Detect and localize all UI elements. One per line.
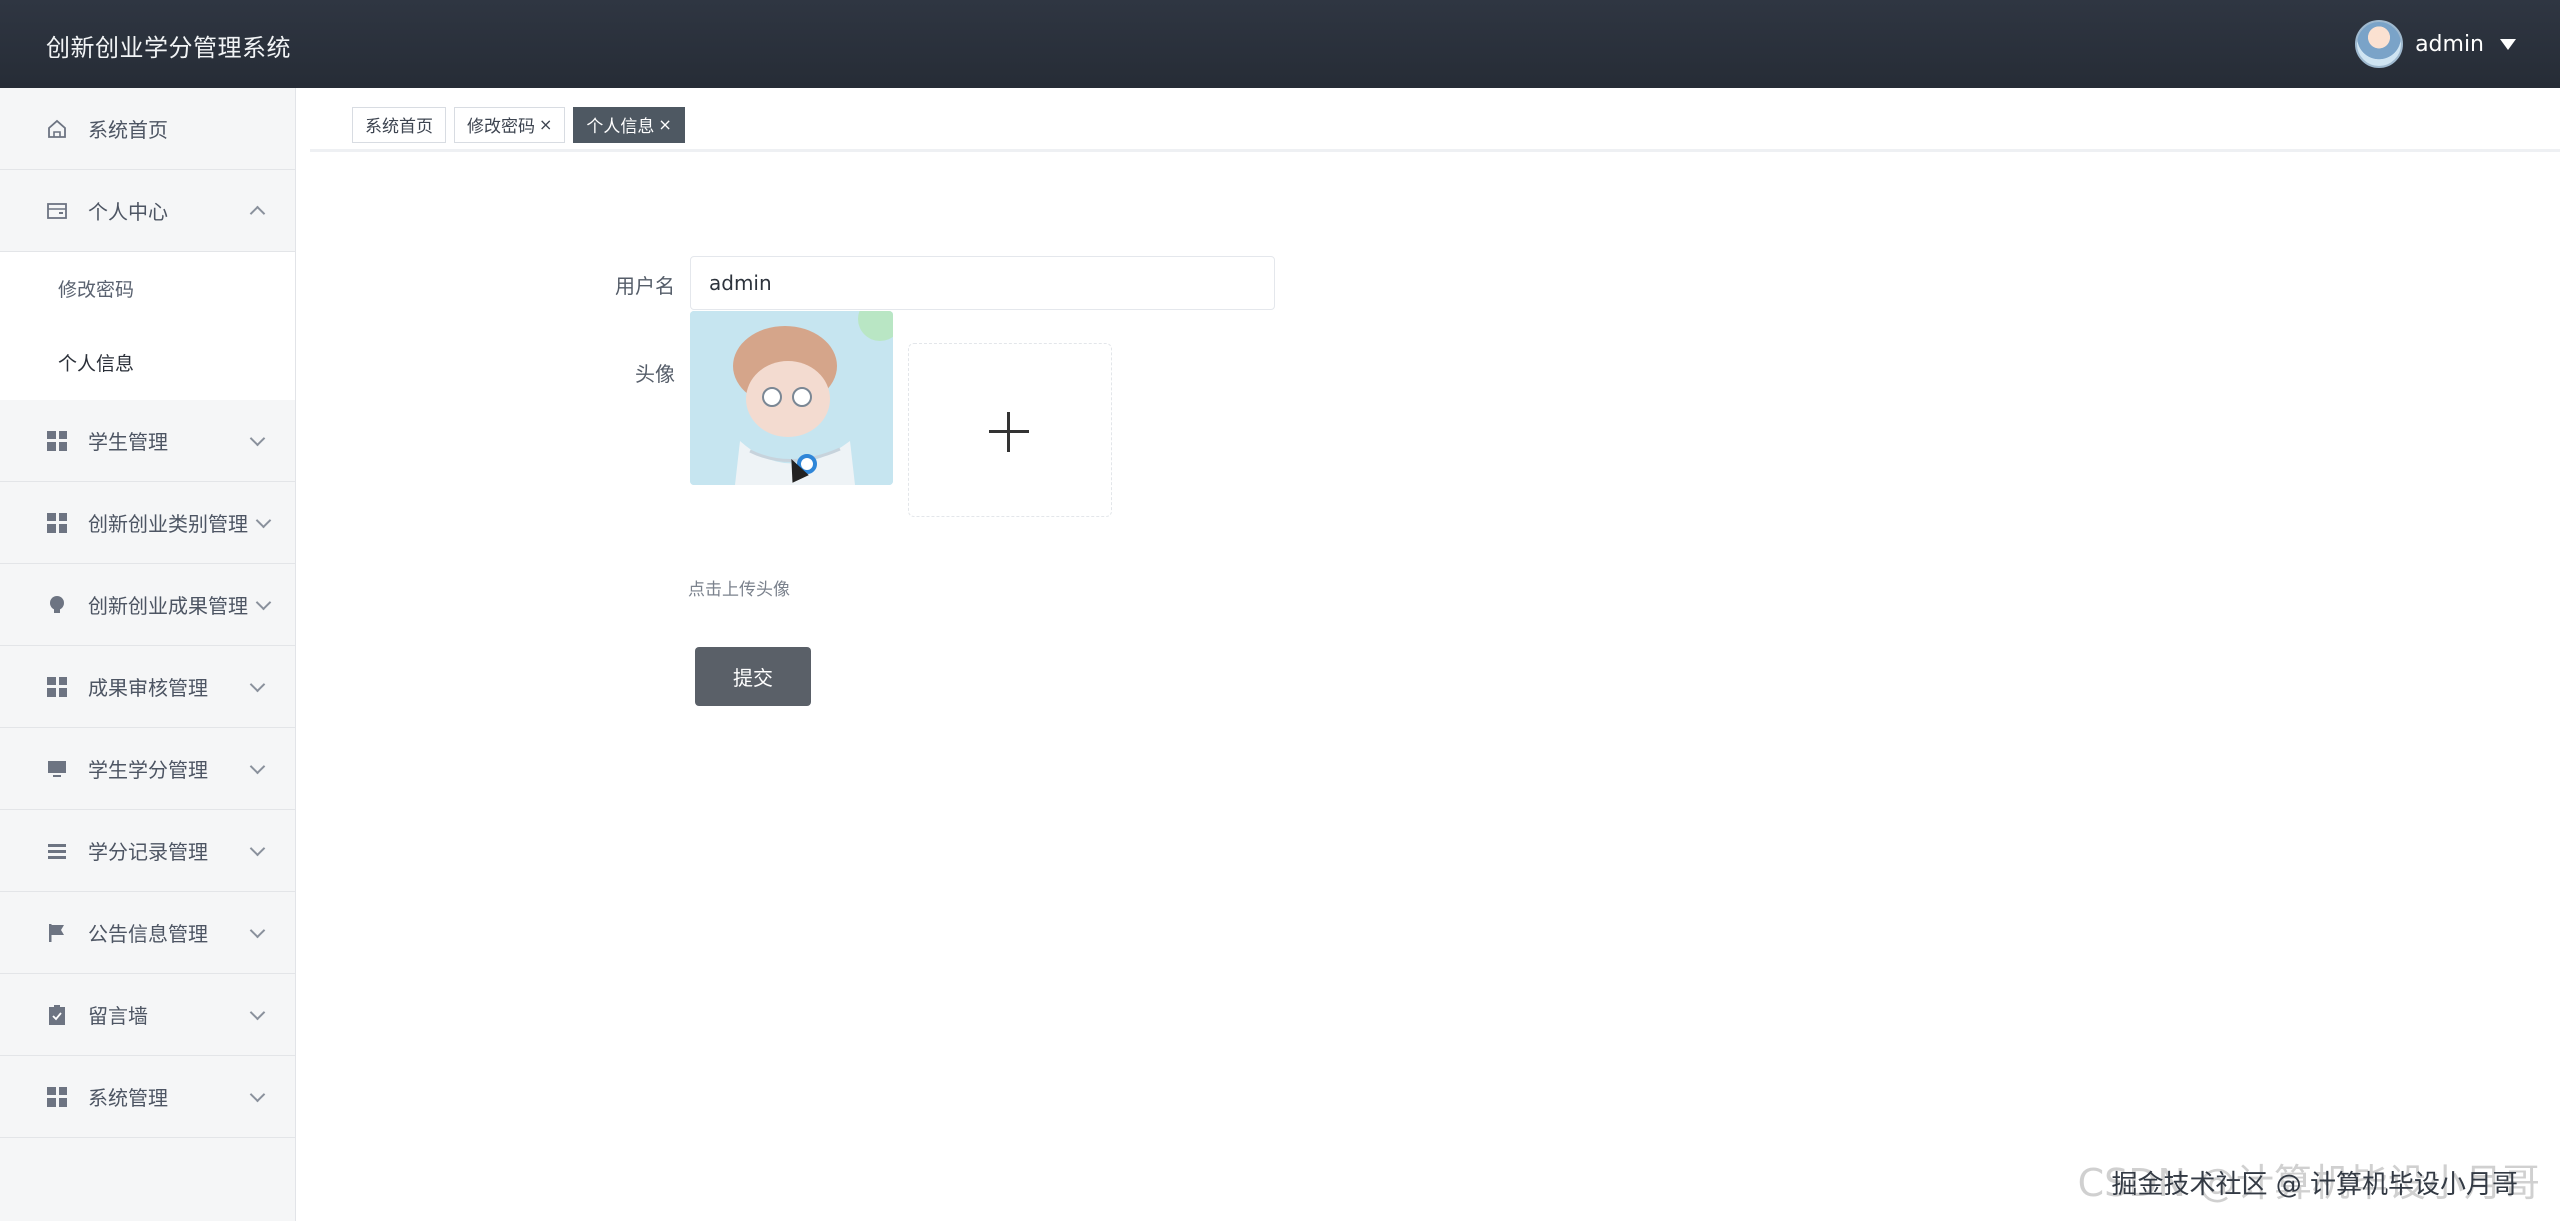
chevron-down-icon[interactable] <box>249 840 266 857</box>
sidebar-item-label: 系统首页 <box>88 118 168 142</box>
plus-icon-vertical <box>1007 412 1010 452</box>
chevron-down-icon[interactable] <box>249 676 266 693</box>
sidebar-item-message-wall[interactable]: 留言墙 <box>0 974 295 1056</box>
caret-down-icon[interactable] <box>2500 38 2516 50</box>
chevron-down-icon[interactable] <box>249 1086 266 1103</box>
tabs-bar: 系统首页 修改密码 × 个人信息 × <box>310 100 2560 152</box>
app-title: 创新创业学分管理系统 <box>46 34 291 62</box>
tab-label: 修改密码 <box>467 117 535 137</box>
sidebar-item-review-management[interactable]: 成果审核管理 <box>0 646 295 728</box>
sidebar-item-label: 个人中心 <box>88 200 168 224</box>
list-icon <box>46 840 68 862</box>
bulb-icon <box>46 594 68 616</box>
sidebar-item-system-management[interactable]: 系统管理 <box>0 1056 295 1138</box>
sidebar-item-achievement-management[interactable]: 创新创业成果管理 <box>0 564 295 646</box>
avatar-label: 头像 <box>635 362 675 386</box>
sidebar-item-student-management[interactable]: 学生管理 <box>0 400 295 482</box>
sidebar-item-category-management[interactable]: 创新创业类别管理 <box>0 482 295 564</box>
sidebar-item-label: 留言墙 <box>88 1004 148 1028</box>
sidebar-item-credit-record-management[interactable]: 学分记录管理 <box>0 810 295 892</box>
tab-label: 个人信息 <box>586 117 655 137</box>
close-icon[interactable]: × <box>539 115 552 134</box>
home-icon <box>46 118 68 140</box>
personal-center-submenu: 修改密码 个人信息 <box>0 252 295 400</box>
chevron-down-icon[interactable] <box>249 922 266 939</box>
grid-icon <box>46 512 68 534</box>
sidebar-item-home[interactable]: 系统首页 <box>0 88 295 170</box>
upload-hint: 点击上传头像 <box>688 580 790 600</box>
chevron-down-icon[interactable] <box>249 1004 266 1021</box>
avatar-upload-button[interactable] <box>908 343 1112 517</box>
sidebar-subitem-change-password[interactable]: 修改密码 <box>0 252 295 326</box>
clipboard-icon <box>46 1004 68 1026</box>
sidebar-item-label: 学生管理 <box>88 430 168 454</box>
chevron-down-icon[interactable] <box>255 512 272 529</box>
monitor-icon <box>46 758 68 780</box>
sidebar-item-label: 创新创业类别管理 <box>88 512 248 536</box>
sidebar-item-notice-management[interactable]: 公告信息管理 <box>0 892 295 974</box>
close-icon[interactable]: × <box>658 115 671 134</box>
top-header: 创新创业学分管理系统 admin <box>0 0 2560 88</box>
sidebar-item-label: 创新创业成果管理 <box>88 594 248 618</box>
sidebar-item-label: 系统管理 <box>88 1086 168 1110</box>
sidebar: 系统首页 个人中心 修改密码 个人信息 学生管理 创新创业类别管理 创新创业成果… <box>0 88 296 1221</box>
grid-icon <box>46 430 68 452</box>
user-avatar[interactable] <box>2355 20 2404 68</box>
sidebar-subitem-personal-info[interactable]: 个人信息 <box>0 326 295 400</box>
grid-icon <box>46 676 68 698</box>
sidebar-item-label: 成果审核管理 <box>88 676 208 700</box>
submit-button[interactable]: 提交 <box>695 647 811 706</box>
chevron-down-icon[interactable] <box>249 758 266 775</box>
username-field[interactable]: admin <box>690 256 1275 310</box>
sidebar-item-label: 学生学分管理 <box>88 758 208 782</box>
watermark: CSDN @计算机毕设小月哥 掘金技术社区 @ 计算机毕设小月哥 <box>2078 1152 2540 1207</box>
user-name[interactable]: admin <box>2415 32 2484 57</box>
tab-change-password[interactable]: 修改密码 × <box>454 106 566 143</box>
chevron-down-icon[interactable] <box>249 430 266 447</box>
sidebar-item-label: 学分记录管理 <box>88 840 208 864</box>
tab-label: 系统首页 <box>365 117 433 137</box>
sidebar-item-personal-center[interactable]: 个人中心 <box>0 170 295 252</box>
tab-home[interactable]: 系统首页 <box>352 106 446 143</box>
sidebar-item-student-credit-management[interactable]: 学生学分管理 <box>0 728 295 810</box>
grid-icon <box>46 1086 68 1108</box>
sidebar-item-label: 公告信息管理 <box>88 922 208 946</box>
flag-icon <box>46 922 68 944</box>
user-menu[interactable]: admin <box>2355 18 2516 70</box>
username-label: 用户名 <box>615 274 675 298</box>
watermark-front-text: 掘金技术社区 @ 计算机毕设小月哥 <box>2111 1170 2518 1200</box>
chevron-down-icon[interactable] <box>255 594 272 611</box>
wallet-icon <box>46 200 68 222</box>
chevron-up-icon[interactable] <box>249 205 266 222</box>
tab-personal-info[interactable]: 个人信息 × <box>573 106 685 143</box>
